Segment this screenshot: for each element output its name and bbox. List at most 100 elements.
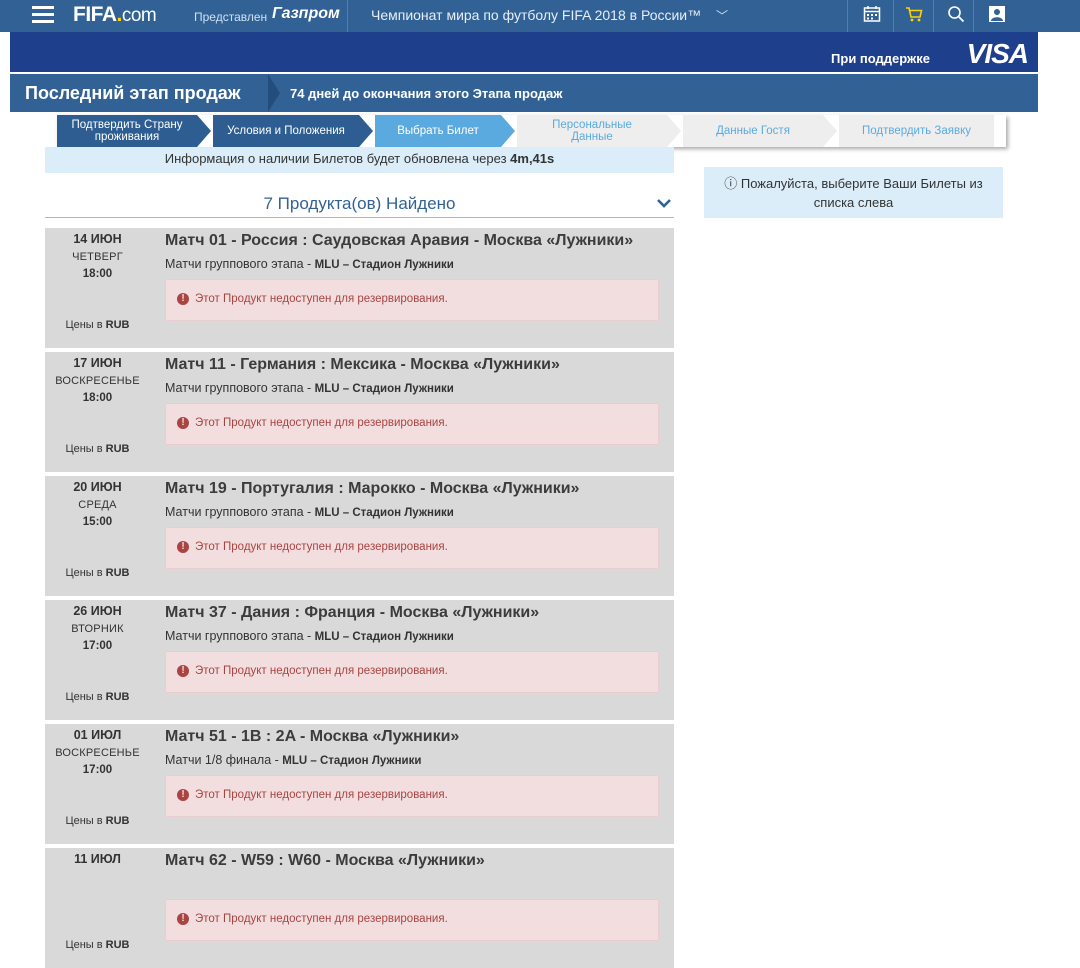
prices-currency: Цены в RUB [45, 567, 150, 579]
step-arrow [823, 115, 837, 147]
select-tickets-note: ⓘ Пожалуйста, выберите Ваши Билеты из сп… [704, 167, 1003, 218]
match-stage-venue: Матчи группового этапа - MLU – Стадион Л… [165, 257, 454, 271]
match-stage-venue: Матчи группового этапа - MLU – Стадион Л… [165, 629, 454, 643]
product-card[interactable]: 26 ИЮН ВТОРНИК 17:00 Цены в RUB Матч 37 - Да… [45, 600, 674, 720]
prices-label: Цены в [65, 567, 103, 579]
product-card[interactable]: 20 ИЮН СРЕДА 15:00 Цены в RUB Матч 19 - Порт… [45, 476, 674, 596]
calendar-icon[interactable] [861, 5, 883, 27]
match-title[interactable]: Матч 62 - W59 : W60 - Москва «Лужники» [165, 852, 485, 870]
update-timer: 4m,41s [510, 151, 555, 166]
checkout-steps: Подтвердить Страну проживания Условия и … [57, 115, 1006, 147]
products-found-text: 7 Продукта(ов) Найдено [263, 194, 456, 213]
unavailable-alert-text: Этот Продукт недоступен для резервирован… [195, 541, 448, 553]
select-tickets-text: Пожалуйста, выберите Ваши Билеты из спис… [740, 176, 983, 210]
divider [893, 0, 894, 32]
match-date-block: 17 ИЮН ВОСКРЕСЕНЬЕ 18:00 [45, 356, 150, 404]
match-venue: MLU – Стадион Лужники [314, 507, 454, 519]
menu-icon[interactable] [32, 6, 54, 24]
unavailable-alert-text: Этот Продукт недоступен для резервирован… [195, 789, 448, 801]
step-guest-data: Данные Гостя [683, 115, 823, 147]
visa-logo: VISA [966, 38, 1029, 69]
match-date: 26 ИЮН [73, 604, 122, 618]
exclamation-icon: ! [177, 913, 189, 925]
prices-label: Цены в [65, 815, 103, 827]
chevron-down-icon[interactable]: ﹀ [716, 7, 728, 24]
match-stage: Матчи 1/8 финала - [165, 753, 283, 767]
prices-label: Цены в [65, 939, 103, 951]
currency-code: RUB [105, 939, 130, 951]
match-stage-venue: Матчи 1/8 финала - MLU – Стадион Лужники [165, 753, 421, 767]
fifa-logo[interactable]: FIFA.com [73, 3, 157, 27]
prices-currency: Цены в RUB [45, 815, 150, 827]
match-date-block: 01 ИЮЛ ВОСКРЕСЕНЬЕ 17:00 [45, 728, 150, 776]
products-found-header[interactable]: 7 Продукта(ов) Найдено [45, 193, 674, 218]
unavailable-alert: ! Этот Продукт недоступен для резервирова… [165, 279, 659, 321]
championship-selector[interactable]: Чемпионат мира по футболу FIFA 2018 в Ро… [371, 7, 701, 23]
top-navigation-bar: FIFA.com Представлен Газпром Чемпионат м… [0, 0, 1080, 32]
match-date: 11 ИЮЛ [74, 852, 121, 866]
product-card[interactable]: 14 ИЮН ЧЕТВЕРГ 18:00 Цены в RUB Матч 01 - Ро… [45, 228, 674, 348]
match-stage: Матчи группового этапа - [165, 629, 315, 643]
prices-label: Цены в [65, 691, 103, 703]
search-icon[interactable] [945, 5, 967, 27]
match-time: 18:00 [82, 392, 113, 404]
match-title[interactable]: Матч 01 - Россия : Саудовская Аравия - М… [165, 232, 633, 250]
match-venue: MLU – Стадион Лужники [314, 259, 454, 271]
match-time: 18:00 [82, 268, 113, 280]
match-stage: Матчи группового этапа - [165, 381, 315, 395]
sponsor-bar: При поддержке VISA [10, 32, 1038, 72]
exclamation-icon: ! [177, 293, 189, 305]
update-banner-text: Информация о наличии Билетов будет обнов… [164, 151, 511, 166]
prices-currency: Цены в RUB [45, 939, 150, 951]
match-stage: Матчи группового этапа - [165, 257, 315, 271]
match-date-block: 26 ИЮН ВТОРНИК 17:00 [45, 604, 150, 652]
product-card[interactable]: 17 ИЮН ВОСКРЕСЕНЬЕ 18:00 Цены в RUB Матч 11 … [45, 352, 674, 472]
prices-currency: Цены в RUB [45, 443, 150, 455]
match-title[interactable]: Матч 11 - Германия : Мексика - Москва «Л… [165, 356, 560, 374]
currency-code: RUB [105, 319, 130, 331]
step-personal-data: Персональные Данные [517, 115, 667, 147]
match-title[interactable]: Матч 51 - 1B : 2A - Москва «Лужники» [165, 728, 459, 746]
divider [847, 0, 848, 32]
currency-code: RUB [105, 567, 130, 579]
match-date: 20 ИЮН [73, 480, 122, 494]
availability-update-banner: Информация о наличии Билетов будет обнов… [45, 147, 674, 173]
divider [973, 0, 974, 32]
supported-by-label: При поддержке [831, 51, 930, 66]
exclamation-icon: ! [177, 789, 189, 801]
chevron-down-icon[interactable] [656, 195, 672, 211]
currency-code: RUB [105, 443, 130, 455]
match-title[interactable]: Матч 19 - Португалия : Марокко - Москва … [165, 480, 579, 498]
match-date: 01 ИЮЛ [73, 728, 122, 742]
divider [347, 0, 348, 32]
user-icon[interactable] [986, 5, 1008, 27]
prices-label: Цены в [65, 443, 103, 455]
match-title[interactable]: Матч 37 - Дания : Франция - Москва «Лужн… [165, 604, 539, 622]
divider [268, 74, 280, 112]
match-stage-venue: Матчи группового этапа - MLU – Стадион Л… [165, 505, 454, 519]
unavailable-alert: ! Этот Продукт недоступен для резервирова… [165, 651, 659, 693]
match-weekday: ВОСКРЕСЕНЬЕ [55, 375, 140, 387]
sales-stage-bar: Последний этап продаж 74 дней до окончан… [10, 74, 1038, 112]
prices-currency: Цены в RUB [45, 691, 150, 703]
match-date: 17 ИЮН [73, 356, 122, 370]
match-date-block: 14 ИЮН ЧЕТВЕРГ 18:00 [45, 232, 150, 280]
step-arrow [359, 115, 373, 147]
product-card[interactable]: 11 ИЮЛ Цены в RUB Матч 62 - W59 : W60 - Мо… [45, 848, 674, 968]
currency-code: RUB [105, 691, 130, 703]
match-time: 17:00 [82, 640, 113, 652]
unavailable-alert-text: Этот Продукт недоступен для резервирован… [195, 665, 448, 677]
step-confirm-country[interactable]: Подтвердить Страну проживания [57, 115, 197, 147]
exclamation-icon: ! [177, 665, 189, 677]
step-terms[interactable]: Условия и Положения [213, 115, 359, 147]
cart-icon[interactable] [903, 5, 925, 27]
match-date: 14 ИЮН [73, 232, 122, 246]
match-weekday: ЧЕТВЕРГ [72, 251, 123, 263]
step-select-ticket[interactable]: Выбрать Билет [375, 115, 501, 147]
unavailable-alert-text: Этот Продукт недоступен для резервирован… [195, 913, 448, 925]
exclamation-icon: ! [177, 417, 189, 429]
product-card[interactable]: 01 ИЮЛ ВОСКРЕСЕНЬЕ 17:00 Цены в RUB Матч 51 … [45, 724, 674, 844]
match-stage: Матчи группового этапа - [165, 505, 315, 519]
match-venue: MLU – Стадион Лужники [282, 755, 422, 767]
presented-by-label: Представлен [194, 10, 268, 24]
